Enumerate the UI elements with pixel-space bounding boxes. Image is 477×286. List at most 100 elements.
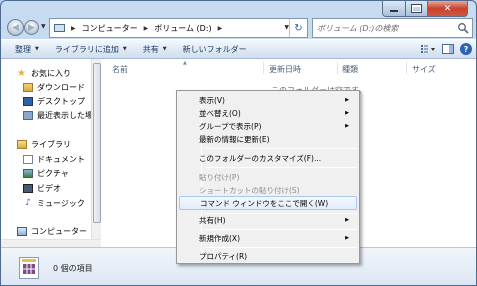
nav-label: お気に入り bbox=[31, 69, 71, 78]
nav-scrollbar[interactable] bbox=[91, 59, 101, 247]
context-menu: 表示(V) ▶ 並べ替え(O) ▶ グループで表示(P) ▶ 最新の情報に更新(… bbox=[176, 90, 360, 264]
menu-separator bbox=[205, 148, 357, 149]
help-icon[interactable]: ? bbox=[460, 43, 472, 55]
music-icon: ♪ bbox=[25, 198, 31, 208]
menu-item-refresh[interactable]: 最新の情報に更新(E) bbox=[179, 133, 357, 146]
submenu-arrow-icon: ▶ bbox=[345, 217, 349, 223]
column-header: 名前 ▲ 更新日時 種類 サイズ bbox=[101, 59, 476, 77]
menu-item-label: このフォルダーのカスタマイズ(F)... bbox=[199, 154, 322, 163]
computer-icon bbox=[17, 227, 27, 236]
nav-label: ピクチャ bbox=[37, 169, 69, 178]
explorer-window: ✕ ◀ ▶ ▼ ▶ コンピューター ▶ ボリューム (D:) ▶ ▼ ↻ 整理 ▼ bbox=[0, 0, 477, 286]
menu-item-label: 並べ替え(O) bbox=[199, 109, 241, 118]
nav-item-computer[interactable]: コンピューター bbox=[17, 226, 87, 237]
documents-icon bbox=[23, 155, 33, 164]
nav-label: ライブラリ bbox=[31, 140, 71, 149]
nav-item-favorites[interactable]: ★ お気に入り bbox=[17, 68, 71, 79]
forward-button[interactable]: ▶ bbox=[24, 20, 39, 35]
menu-separator bbox=[205, 229, 357, 230]
recent-pages-dropdown[interactable]: ▼ bbox=[41, 23, 46, 30]
submenu-arrow-icon: ▶ bbox=[345, 110, 349, 116]
menu-item-customize-folder[interactable]: このフォルダーのカスタマイズ(F)... bbox=[179, 152, 357, 165]
folder-details-icon bbox=[19, 257, 39, 279]
address-row: ◀ ▶ ▼ ▶ コンピューター ▶ ボリューム (D:) ▶ ▼ ↻ bbox=[1, 15, 476, 38]
chevron-right-icon[interactable]: ▶ bbox=[71, 25, 76, 32]
menu-item-label: 新規作成(X) bbox=[199, 234, 240, 243]
column-divider[interactable] bbox=[263, 62, 264, 74]
search-input[interactable] bbox=[313, 20, 453, 36]
menu-item-share-with[interactable]: 共有(H) ▶ bbox=[179, 214, 357, 227]
close-icon: ✕ bbox=[443, 3, 452, 14]
recent-places-icon bbox=[23, 111, 33, 120]
sort-ascending-icon: ▲ bbox=[183, 60, 187, 66]
organize-button[interactable]: 整理 ▼ bbox=[9, 40, 45, 58]
chevron-right-icon[interactable]: ▶ bbox=[144, 25, 149, 32]
search-box[interactable] bbox=[312, 18, 473, 38]
menu-item-label: プロパティ(R) bbox=[199, 252, 248, 261]
submenu-arrow-icon: ▶ bbox=[345, 123, 349, 129]
column-type[interactable]: 種類 bbox=[342, 64, 358, 75]
breadcrumb-computer[interactable]: コンピューター bbox=[82, 23, 138, 34]
nav-label: デスクトップ bbox=[37, 97, 85, 106]
column-divider[interactable] bbox=[406, 62, 407, 74]
pictures-icon bbox=[23, 169, 33, 178]
menu-item-paste[interactable]: 貼り付け(P) bbox=[179, 171, 357, 184]
menu-item-label: ショートカットの貼り付け(S) bbox=[199, 186, 300, 195]
view-list-icon bbox=[421, 45, 435, 53]
nav-item-videos[interactable]: ビデオ bbox=[23, 183, 61, 194]
menu-item-label: 最新の情報に更新(E) bbox=[199, 135, 270, 144]
nav-label: コンピューター bbox=[31, 227, 87, 236]
nav-item-documents[interactable]: ドキュメント bbox=[23, 154, 85, 165]
item-count: 0 個の項目 bbox=[53, 264, 93, 273]
nav-scroll-thumb[interactable] bbox=[93, 63, 101, 223]
nav-label: ビデオ bbox=[37, 184, 61, 193]
column-modified[interactable]: 更新日時 bbox=[269, 64, 301, 75]
menu-item-open-command-window[interactable]: コマンド ウィンドウをここで開く(W) bbox=[179, 196, 357, 210]
toolbar-right: ? bbox=[420, 43, 472, 55]
search-icon[interactable] bbox=[457, 22, 469, 34]
chevron-down-icon: ▼ bbox=[35, 46, 39, 52]
include-in-library-button[interactable]: ライブラリに追加 ▼ bbox=[49, 40, 133, 58]
back-arrow-icon: ◀ bbox=[12, 22, 19, 33]
nav-item-downloads[interactable]: ダウンロード bbox=[23, 82, 85, 93]
menu-item-label: 貼り付け(P) bbox=[199, 173, 240, 182]
nav-item-pictures[interactable]: ピクチャ bbox=[23, 168, 69, 179]
videos-icon bbox=[23, 184, 33, 193]
nav-item-desktop[interactable]: デスクトップ bbox=[23, 96, 85, 107]
libraries-icon bbox=[17, 140, 27, 149]
organize-label: 整理 bbox=[15, 44, 31, 54]
chevron-down-icon: ▼ bbox=[162, 46, 167, 52]
menu-item-sort-by[interactable]: 並べ替え(O) ▶ bbox=[179, 107, 357, 120]
share-button[interactable]: 共有 ▼ bbox=[137, 40, 173, 58]
menu-item-label: 表示(V) bbox=[199, 96, 225, 105]
nav-item-libraries[interactable]: ライブラリ bbox=[17, 139, 71, 150]
menu-item-properties[interactable]: プロパティ(R) bbox=[179, 250, 357, 263]
column-divider[interactable] bbox=[337, 62, 338, 74]
submenu-arrow-icon: ▶ bbox=[345, 97, 349, 103]
nav-label: ミュージック bbox=[37, 199, 85, 208]
address-bar[interactable]: ▶ コンピューター ▶ ボリューム (D:) ▶ ▼ ↻ bbox=[49, 18, 308, 38]
menu-item-group-by[interactable]: グループで表示(P) ▶ bbox=[179, 120, 357, 133]
refresh-button[interactable]: ↻ bbox=[289, 19, 307, 37]
nav-item-music[interactable]: ♪ ミュージック bbox=[23, 198, 85, 209]
nav-label: ダウンロード bbox=[37, 83, 85, 92]
command-bar: 整理 ▼ ライブラリに追加 ▼ 共有 ▼ 新しいフォルダー ? bbox=[1, 39, 476, 59]
desktop-icon bbox=[23, 97, 33, 106]
nav-item-recent-places[interactable]: 最近表示した場所 bbox=[23, 110, 91, 121]
breadcrumb-volume-d[interactable]: ボリューム (D:) bbox=[154, 23, 211, 34]
back-button[interactable]: ◀ bbox=[7, 19, 24, 36]
share-label: 共有 bbox=[142, 44, 159, 54]
view-options-button[interactable] bbox=[420, 43, 436, 55]
chevron-right-icon[interactable]: ▶ bbox=[218, 25, 223, 32]
new-folder-label: 新しいフォルダー bbox=[182, 44, 247, 54]
menu-item-new[interactable]: 新規作成(X) ▶ bbox=[179, 232, 357, 245]
preview-pane-button[interactable] bbox=[442, 44, 454, 54]
nav-horizontal-scrollbar[interactable] bbox=[1, 239, 101, 247]
new-folder-button[interactable]: 新しいフォルダー bbox=[177, 40, 253, 58]
column-size[interactable]: サイズ bbox=[412, 64, 436, 75]
menu-item-view[interactable]: 表示(V) ▶ bbox=[179, 94, 357, 107]
include-library-label: ライブラリに追加 bbox=[54, 44, 119, 54]
column-name[interactable]: 名前 bbox=[112, 64, 128, 75]
menu-item-label: グループで表示(P) bbox=[199, 122, 262, 131]
chevron-down-icon: ▼ bbox=[122, 46, 127, 52]
